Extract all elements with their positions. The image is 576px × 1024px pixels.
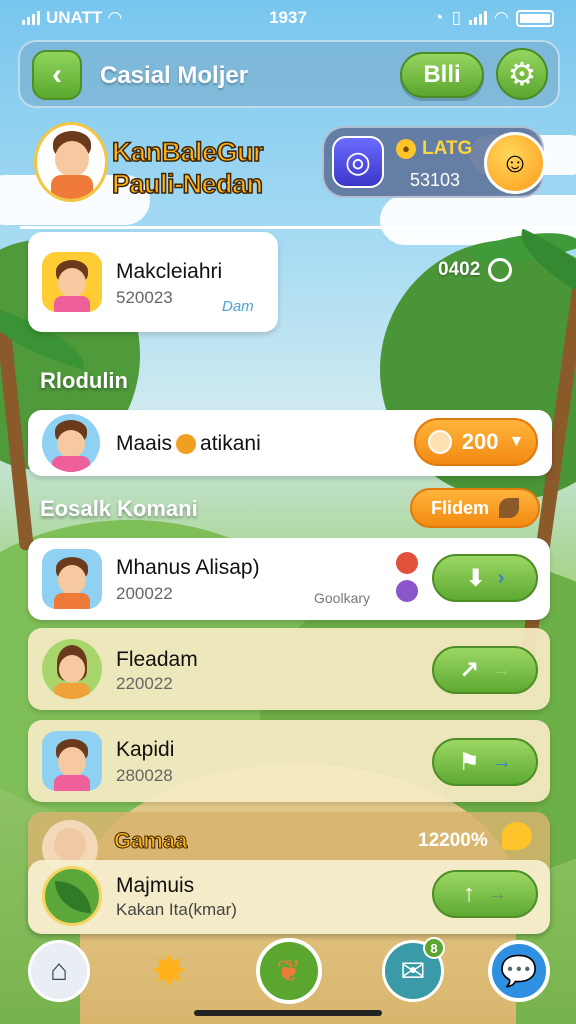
action-icon: ⬇: [465, 564, 486, 592]
gamma-value: 12200%: [418, 830, 488, 851]
list-item-name: Fleadam: [116, 648, 198, 671]
featured-right: 0402: [438, 258, 513, 282]
emoji-purple-icon: [396, 580, 418, 602]
section-title-1: Rlodulin: [40, 368, 128, 393]
featured-right-value: 0402: [438, 259, 481, 280]
coin-label: LATG: [422, 138, 473, 159]
last-card-sub: Kakan Ita(kmar): [116, 900, 237, 919]
currency-panel[interactable]: ◎ ● LATG 53103 ☺: [322, 126, 546, 198]
battery-icon: [516, 9, 554, 27]
list-item-avatar: [42, 731, 102, 791]
wifi-icon-right: ◠: [494, 8, 508, 27]
star-icon: ✸: [150, 946, 188, 996]
list-item-sub: 220022: [116, 674, 173, 693]
emoji-icon: [176, 434, 197, 454]
gear-icon: ⚙: [507, 56, 537, 92]
leaf-icon: ❦: [276, 954, 302, 988]
list-item-tag: Goolkary: [314, 590, 371, 606]
profile-name-line1: KanBaleGur: [111, 136, 264, 168]
section-title-2: Eosalk Komani: [40, 496, 198, 521]
list-item[interactable]: Fleadam 220022 ↗ →: [28, 628, 550, 710]
coin-icon: [427, 430, 452, 454]
action-icon: ↗: [458, 656, 480, 684]
top-bar: ‹ Casial Moljer Blli ⚙: [18, 40, 560, 108]
divider: [20, 226, 576, 229]
gem-icon: ◎: [332, 136, 384, 188]
nav-chat-button[interactable]: 💬: [488, 940, 550, 1002]
list-item-go-button[interactable]: ⚑ →: [432, 738, 538, 786]
row-single[interactable]: Maais atikani 200 ▼: [28, 410, 552, 476]
chevron-left-icon: ‹: [52, 58, 62, 91]
list-item-name: Mhanus Alisap): [116, 556, 260, 579]
header-pill-button[interactable]: Blli: [400, 52, 484, 98]
last-card[interactable]: Majmuis Kakan Ita(kmar) ↑ →: [28, 860, 550, 934]
arrow-right-icon: ›: [497, 566, 505, 589]
section-2-button-label: Flidem: [430, 497, 489, 518]
row-single-avatar: [42, 414, 100, 472]
vibrate-icon: ▯: [451, 8, 461, 27]
coin-value: 53103: [410, 170, 461, 190]
featured-tag: Dam: [222, 298, 254, 315]
nav-home-button[interactable]: ⌂: [28, 940, 90, 1002]
home-icon: ⌂: [49, 954, 69, 987]
settings-button[interactable]: ⚙: [496, 48, 548, 100]
profile-name-line2: Pauli-Nedan: [111, 168, 264, 200]
arrow-up-icon: ↑: [463, 880, 475, 907]
featured-sub: 520023: [116, 288, 173, 307]
alarm-icon: ◔: [433, 8, 444, 27]
row-single-pill-value: 200: [461, 429, 499, 454]
message-icon: ✉: [400, 954, 426, 988]
notification-badge: 8: [423, 937, 445, 959]
speech-bubble-icon: [502, 822, 532, 850]
last-card-name: Majmuis: [116, 874, 195, 897]
list-item-avatar: [42, 549, 102, 609]
leaf-icon: [499, 498, 519, 518]
list-item[interactable]: Mhanus Alisap) 200022 Goolkary ⬇ ›: [28, 538, 550, 620]
action-icon: ⚑: [458, 748, 480, 776]
list-item-avatar: [42, 639, 102, 699]
gamma-label: Gamaa: [113, 828, 188, 854]
smiley-coin-icon[interactable]: ☺: [484, 132, 546, 194]
list-item-name: Kapidi: [116, 738, 175, 761]
status-bar: UNATT ◠ 1937 ◔ ▯ ◠: [0, 0, 576, 36]
list-item[interactable]: Kapidi 280028 ⚑ →: [28, 720, 550, 802]
nav-messages-button[interactable]: ✉ 8: [382, 937, 445, 1002]
chevron-down-icon: ▼: [508, 433, 525, 450]
home-indicator: [194, 1010, 382, 1016]
row-single-name: Maais: [116, 432, 173, 455]
signal-icon-right: [468, 11, 487, 25]
nav-center-button[interactable]: ❦: [256, 938, 322, 1004]
emoji-red-icon: [396, 552, 418, 574]
arrow-right-icon: →: [491, 658, 512, 681]
list-item-sub: 280028: [116, 766, 173, 785]
profile-avatar[interactable]: [34, 122, 108, 202]
list-item-sub: 200022: [116, 584, 173, 603]
arrow-right-icon: →: [487, 882, 507, 905]
nav-star-button[interactable]: ✸: [138, 940, 200, 1002]
featured-card[interactable]: Makcleiahri 520023 Dam: [28, 232, 278, 332]
last-card-go-button[interactable]: ↑ →: [432, 870, 538, 918]
leaf-avatar-icon: [42, 866, 102, 926]
chat-bubble-icon: [488, 258, 513, 282]
featured-name: Makcleiahri: [116, 260, 223, 283]
row-single-suffix: atikani: [200, 432, 261, 455]
featured-avatar: [42, 252, 102, 312]
coin-small-icon: ●: [396, 139, 416, 159]
app-title: Casial Moljer: [100, 62, 249, 89]
list-item-go-button[interactable]: ↗ →: [432, 646, 538, 694]
section-2-button[interactable]: Flidem: [410, 488, 540, 528]
arrow-right-icon: →: [491, 750, 512, 773]
back-button[interactable]: ‹: [32, 50, 82, 100]
profile-name: KanBaleGur Pauli-Nedan: [111, 136, 264, 200]
row-single-pill[interactable]: 200 ▼: [414, 418, 538, 466]
chat-icon: 💬: [500, 954, 538, 988]
list-item-go-button[interactable]: ⬇ ›: [432, 554, 538, 602]
bottom-nav: ⌂ ✸ ❦ ✉ 8 💬: [0, 932, 576, 1024]
